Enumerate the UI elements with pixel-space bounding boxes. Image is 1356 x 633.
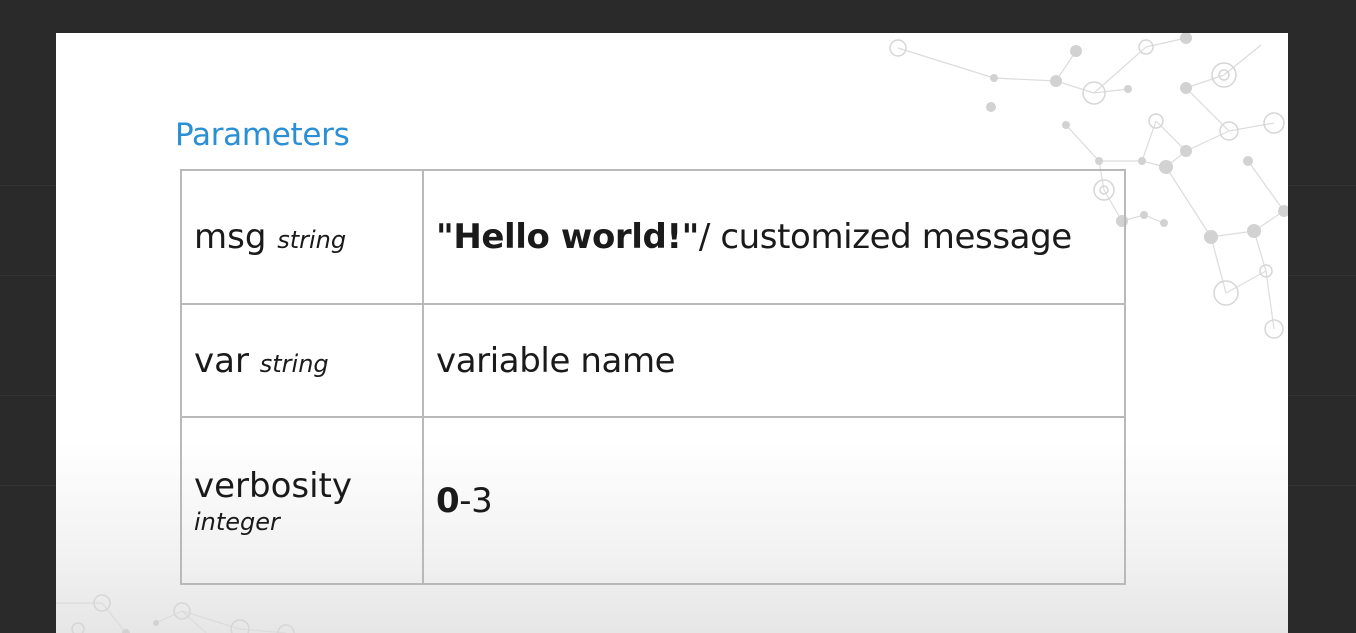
param-default-value: 0 xyxy=(436,480,460,521)
table-row: verbosity integer 0-3 xyxy=(180,416,1126,585)
table-row: msg string "Hello world!"/ customized me… xyxy=(180,169,1126,305)
param-name-cell: verbosity integer xyxy=(180,416,424,585)
param-description: / customized message xyxy=(698,217,1072,257)
param-name: verbosity xyxy=(194,465,353,506)
param-type: integer xyxy=(194,507,280,536)
param-name: msg xyxy=(194,217,267,257)
param-description: variable name xyxy=(436,340,676,381)
param-default-value: "Hello world!" xyxy=(436,217,699,257)
param-description-cell: 0-3 xyxy=(422,416,1126,585)
parameters-table: msg string "Hello world!"/ customized me… xyxy=(180,169,1126,585)
param-description-cell: "Hello world!"/ customized message xyxy=(422,169,1126,305)
presentation-slide: Parameters msg string "Hello world!"/ cu… xyxy=(56,33,1288,633)
param-type: string xyxy=(259,349,329,378)
param-description: -3 xyxy=(459,480,493,521)
page-title: Parameters xyxy=(175,117,350,153)
table-row: var string variable name xyxy=(180,303,1126,418)
param-name-cell: msg string xyxy=(180,169,424,305)
param-name-cell: var string xyxy=(180,303,424,418)
param-description-cell: variable name xyxy=(422,303,1126,418)
param-type: string xyxy=(277,226,347,254)
param-name: var xyxy=(194,340,249,381)
